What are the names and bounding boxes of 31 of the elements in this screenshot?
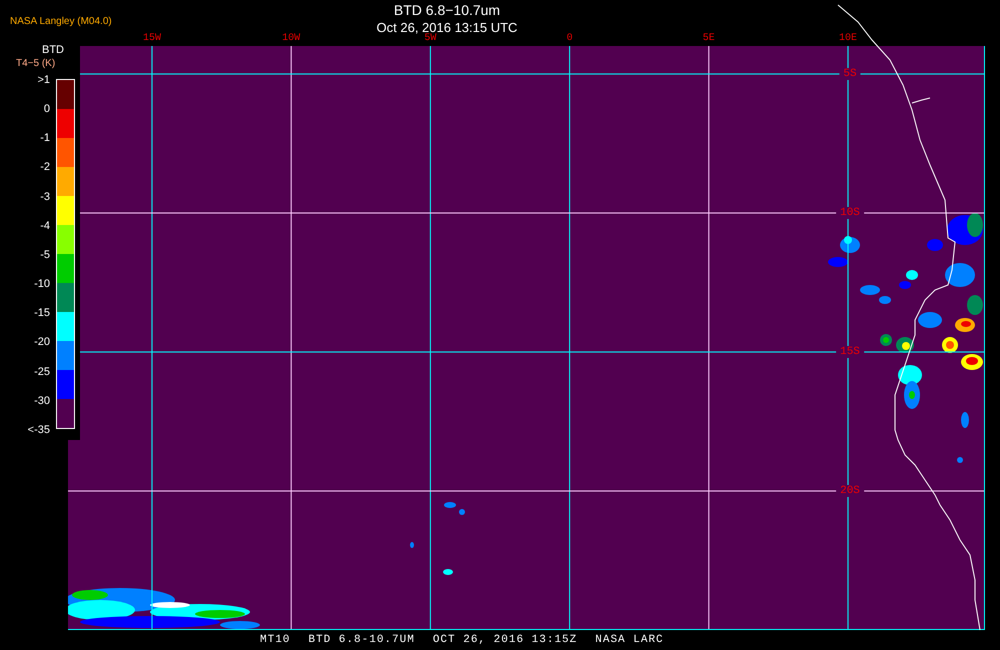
longitude-label: 5W	[424, 33, 436, 45]
source-label: NASA Langley (M04.0)	[10, 15, 112, 29]
legend-label: <-35	[28, 424, 50, 436]
legend-label: -2	[40, 161, 50, 174]
longitude-label: 0	[566, 33, 573, 45]
footer-text: MT10	[260, 632, 290, 648]
longitude-label: 15W	[143, 33, 161, 45]
longitude-label: 10W	[282, 33, 300, 45]
legend-label: 0	[44, 103, 50, 116]
legend-label: -25	[34, 366, 50, 378]
latitude-label: 5S	[839, 68, 861, 80]
legend-label: -4	[40, 220, 50, 232]
latitude-label: 15S	[836, 346, 864, 358]
legend-title: BTD	[42, 44, 64, 57]
longitude-label: 10E	[839, 33, 857, 45]
footer-text: BTD 6.8-10.7UM	[308, 632, 415, 648]
image-title: BTD 6.8−10.7um	[394, 1, 500, 19]
longitude-label: 5E	[702, 33, 715, 45]
legend-label: -15	[34, 307, 50, 320]
latitude-label: 20S	[836, 485, 864, 497]
footer-text: OCT 26, 2016 13:15Z	[432, 632, 578, 648]
footer-text: NASA LARC	[595, 632, 664, 648]
legend-label: -1	[40, 132, 50, 144]
legend-label: >1	[37, 74, 50, 86]
legend-label: -5	[40, 248, 50, 261]
latitude-label: 10S	[836, 207, 864, 219]
legend-label: -30	[34, 394, 50, 407]
legend-unit: T4−5 (K)	[16, 57, 56, 70]
legend-label: -3	[40, 190, 50, 203]
legend-label: -20	[34, 336, 50, 348]
legend-label: -10	[34, 278, 50, 290]
